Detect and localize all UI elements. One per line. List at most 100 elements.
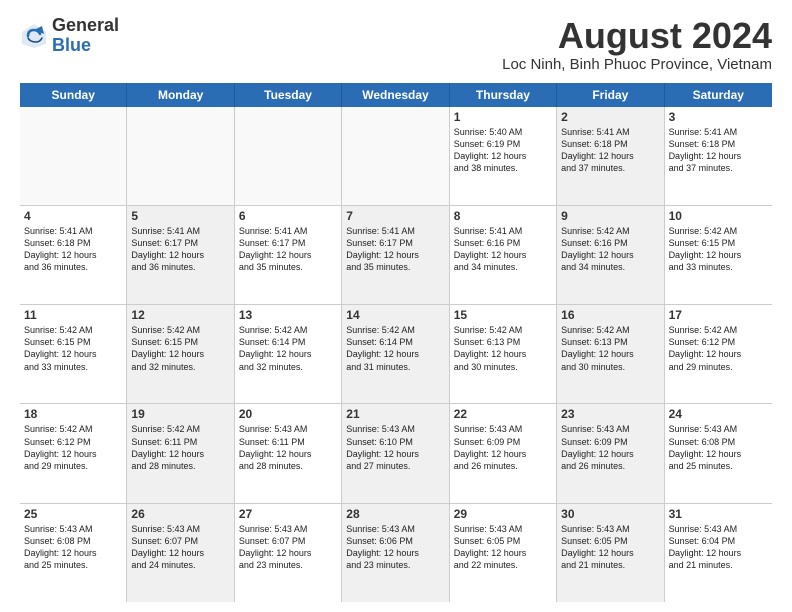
day-info: Sunrise: 5:42 AM Sunset: 6:12 PM Dayligh… [669, 324, 768, 373]
day-info: Sunrise: 5:43 AM Sunset: 6:09 PM Dayligh… [561, 423, 659, 472]
day-info: Sunrise: 5:43 AM Sunset: 6:04 PM Dayligh… [669, 523, 768, 572]
day-cell-2-0: 11 Sunrise: 5:42 AM Sunset: 6:15 PM Dayli… [20, 305, 127, 403]
day-number: 29 [454, 507, 552, 521]
day-info: Sunrise: 5:42 AM Sunset: 6:13 PM Dayligh… [561, 324, 659, 373]
day-number: 4 [24, 209, 122, 223]
header: General Blue August 2024 Loc Ninh, Binh … [20, 16, 772, 73]
day-number: 15 [454, 308, 552, 322]
day-info: Sunrise: 5:43 AM Sunset: 6:08 PM Dayligh… [24, 523, 122, 572]
day-cell-3-0: 18 Sunrise: 5:42 AM Sunset: 6:12 PM Dayli… [20, 404, 127, 502]
day-info: Sunrise: 5:42 AM Sunset: 6:15 PM Dayligh… [669, 225, 768, 274]
day-number: 14 [346, 308, 444, 322]
calendar-header: Sunday Monday Tuesday Wednesday Thursday… [20, 83, 772, 107]
logo-blue-text: Blue [52, 36, 119, 56]
day-cell-1-3: 7Sunrise: 5:41 AM Sunset: 6:17 PM Daylig… [342, 206, 449, 304]
day-cell-4-4: 29 Sunrise: 5:43 AM Sunset: 6:05 PM Dayli… [450, 504, 557, 602]
day-info: Sunrise: 5:43 AM Sunset: 6:07 PM Dayligh… [239, 523, 337, 572]
day-info: Sunrise: 5:43 AM Sunset: 6:05 PM Dayligh… [561, 523, 659, 572]
location-text: Loc Ninh, Binh Phuoc Province, Vietnam [502, 56, 772, 73]
day-cell-0-1 [127, 107, 234, 205]
week-row-4: 18 Sunrise: 5:42 AM Sunset: 6:12 PM Dayli… [20, 404, 772, 503]
header-friday: Friday [557, 83, 664, 107]
month-year-title: August 2024 [502, 16, 772, 56]
day-cell-2-1: 12Sunrise: 5:42 AM Sunset: 6:15 PM Dayli… [127, 305, 234, 403]
day-cell-1-4: 8Sunrise: 5:41 AM Sunset: 6:16 PM Daylig… [450, 206, 557, 304]
day-number: 2 [561, 110, 659, 124]
day-number: 10 [669, 209, 768, 223]
day-info: Sunrise: 5:43 AM Sunset: 6:06 PM Dayligh… [346, 523, 444, 572]
day-cell-0-2 [235, 107, 342, 205]
day-info: Sunrise: 5:42 AM Sunset: 6:14 PM Dayligh… [346, 324, 444, 373]
calendar: Sunday Monday Tuesday Wednesday Thursday… [20, 83, 772, 602]
week-row-3: 11 Sunrise: 5:42 AM Sunset: 6:15 PM Dayli… [20, 305, 772, 404]
week-row-1: 1Sunrise: 5:40 AM Sunset: 6:19 PM Daylig… [20, 107, 772, 206]
header-wednesday: Wednesday [342, 83, 449, 107]
header-monday: Monday [127, 83, 234, 107]
week-row-2: 4 Sunrise: 5:41 AM Sunset: 6:18 PM Daylig… [20, 206, 772, 305]
day-info: Sunrise: 5:43 AM Sunset: 6:07 PM Dayligh… [131, 523, 229, 572]
day-cell-2-4: 15 Sunrise: 5:42 AM Sunset: 6:13 PM Dayli… [450, 305, 557, 403]
day-cell-0-0 [20, 107, 127, 205]
day-info: Sunrise: 5:40 AM Sunset: 6:19 PM Dayligh… [454, 126, 552, 175]
day-cell-4-1: 26Sunrise: 5:43 AM Sunset: 6:07 PM Dayli… [127, 504, 234, 602]
day-number: 13 [239, 308, 337, 322]
day-info: Sunrise: 5:42 AM Sunset: 6:11 PM Dayligh… [131, 423, 229, 472]
calendar-body: 1Sunrise: 5:40 AM Sunset: 6:19 PM Daylig… [20, 107, 772, 602]
day-number: 17 [669, 308, 768, 322]
day-info: Sunrise: 5:42 AM Sunset: 6:16 PM Dayligh… [561, 225, 659, 274]
day-cell-2-5: 16 Sunrise: 5:42 AM Sunset: 6:13 PM Dayli… [557, 305, 664, 403]
day-number: 22 [454, 407, 552, 421]
day-info: Sunrise: 5:41 AM Sunset: 6:18 PM Dayligh… [24, 225, 122, 274]
day-number: 7 [346, 209, 444, 223]
day-info: Sunrise: 5:41 AM Sunset: 6:17 PM Dayligh… [131, 225, 229, 274]
day-cell-2-2: 13Sunrise: 5:42 AM Sunset: 6:14 PM Dayli… [235, 305, 342, 403]
day-info: Sunrise: 5:41 AM Sunset: 6:16 PM Dayligh… [454, 225, 552, 274]
day-info: Sunrise: 5:43 AM Sunset: 6:10 PM Dayligh… [346, 423, 444, 472]
logo-icon [20, 22, 48, 50]
day-number: 31 [669, 507, 768, 521]
header-sunday: Sunday [20, 83, 127, 107]
day-cell-1-5: 9 Sunrise: 5:42 AM Sunset: 6:16 PM Daylig… [557, 206, 664, 304]
day-cell-3-5: 23 Sunrise: 5:43 AM Sunset: 6:09 PM Dayli… [557, 404, 664, 502]
day-cell-3-2: 20Sunrise: 5:43 AM Sunset: 6:11 PM Dayli… [235, 404, 342, 502]
day-number: 3 [669, 110, 768, 124]
logo: General Blue [20, 16, 119, 56]
day-cell-4-0: 25Sunrise: 5:43 AM Sunset: 6:08 PM Dayli… [20, 504, 127, 602]
day-info: Sunrise: 5:43 AM Sunset: 6:08 PM Dayligh… [669, 423, 768, 472]
day-number: 16 [561, 308, 659, 322]
day-info: Sunrise: 5:43 AM Sunset: 6:09 PM Dayligh… [454, 423, 552, 472]
day-info: Sunrise: 5:42 AM Sunset: 6:13 PM Dayligh… [454, 324, 552, 373]
day-info: Sunrise: 5:41 AM Sunset: 6:18 PM Dayligh… [669, 126, 768, 175]
logo-general-text: General [52, 16, 119, 36]
day-info: Sunrise: 5:41 AM Sunset: 6:17 PM Dayligh… [239, 225, 337, 274]
logo-text: General Blue [52, 16, 119, 56]
day-cell-0-6: 3 Sunrise: 5:41 AM Sunset: 6:18 PM Daylig… [665, 107, 772, 205]
day-number: 20 [239, 407, 337, 421]
day-cell-4-5: 30Sunrise: 5:43 AM Sunset: 6:05 PM Dayli… [557, 504, 664, 602]
day-cell-4-3: 28 Sunrise: 5:43 AM Sunset: 6:06 PM Dayli… [342, 504, 449, 602]
day-number: 28 [346, 507, 444, 521]
day-cell-0-3 [342, 107, 449, 205]
day-number: 18 [24, 407, 122, 421]
day-info: Sunrise: 5:42 AM Sunset: 6:15 PM Dayligh… [131, 324, 229, 373]
header-thursday: Thursday [450, 83, 557, 107]
page: General Blue August 2024 Loc Ninh, Binh … [0, 0, 792, 612]
day-info: Sunrise: 5:42 AM Sunset: 6:12 PM Dayligh… [24, 423, 122, 472]
day-info: Sunrise: 5:42 AM Sunset: 6:15 PM Dayligh… [24, 324, 122, 373]
week-row-5: 25Sunrise: 5:43 AM Sunset: 6:08 PM Dayli… [20, 504, 772, 602]
day-cell-2-6: 17 Sunrise: 5:42 AM Sunset: 6:12 PM Dayli… [665, 305, 772, 403]
day-cell-3-4: 22 Sunrise: 5:43 AM Sunset: 6:09 PM Dayli… [450, 404, 557, 502]
day-number: 19 [131, 407, 229, 421]
day-cell-3-3: 21 Sunrise: 5:43 AM Sunset: 6:10 PM Dayli… [342, 404, 449, 502]
day-cell-3-1: 19 Sunrise: 5:42 AM Sunset: 6:11 PM Dayli… [127, 404, 234, 502]
day-cell-0-4: 1Sunrise: 5:40 AM Sunset: 6:19 PM Daylig… [450, 107, 557, 205]
day-info: Sunrise: 5:43 AM Sunset: 6:05 PM Dayligh… [454, 523, 552, 572]
day-number: 24 [669, 407, 768, 421]
day-cell-2-3: 14 Sunrise: 5:42 AM Sunset: 6:14 PM Dayli… [342, 305, 449, 403]
day-number: 23 [561, 407, 659, 421]
day-number: 11 [24, 308, 122, 322]
day-number: 9 [561, 209, 659, 223]
day-number: 21 [346, 407, 444, 421]
day-cell-1-1: 5Sunrise: 5:41 AM Sunset: 6:17 PM Daylig… [127, 206, 234, 304]
day-info: Sunrise: 5:41 AM Sunset: 6:18 PM Dayligh… [561, 126, 659, 175]
